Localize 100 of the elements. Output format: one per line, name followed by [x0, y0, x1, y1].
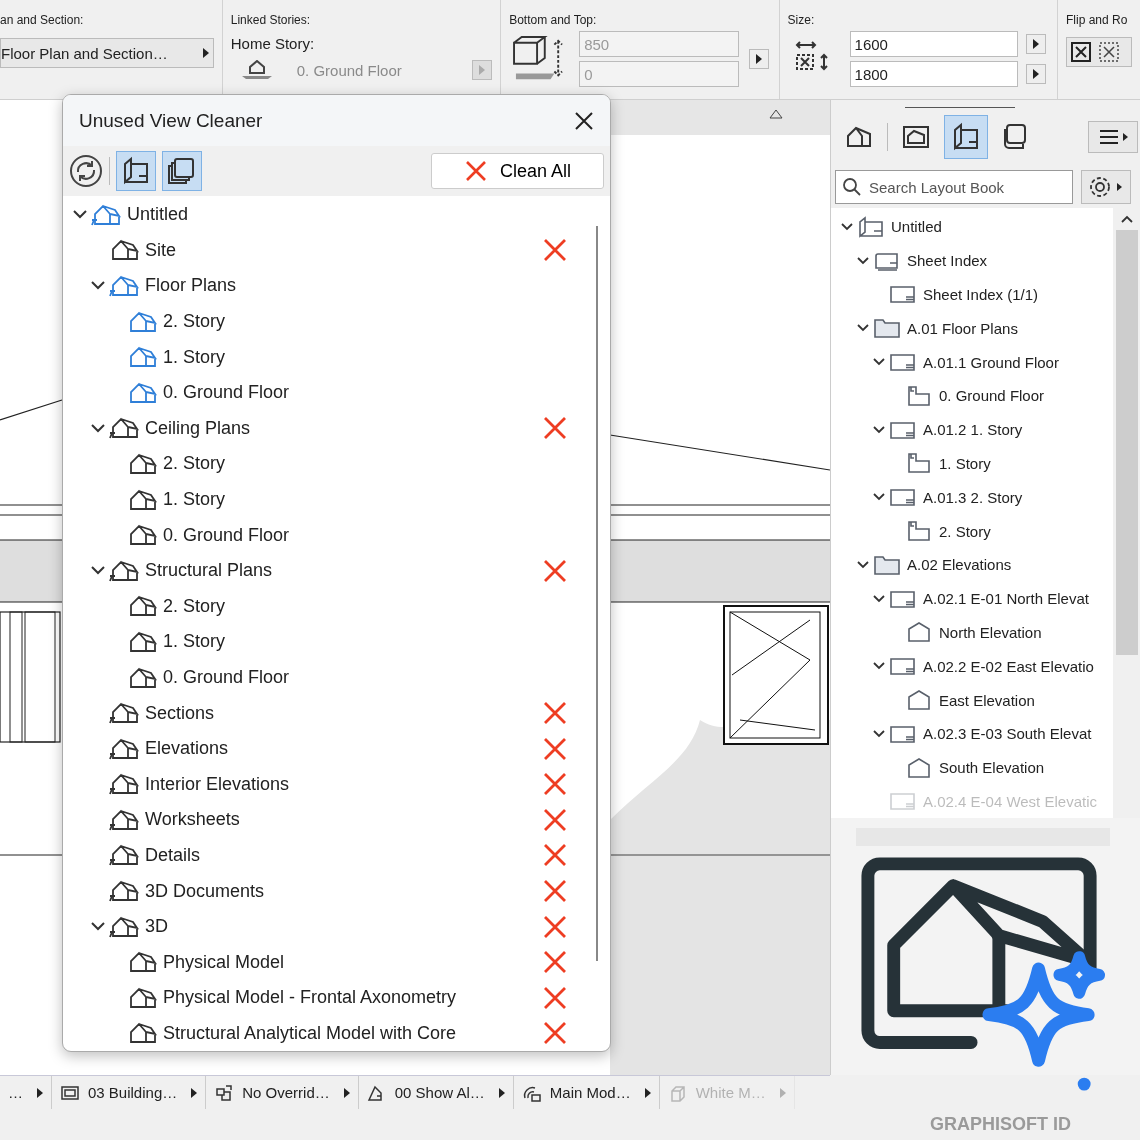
refresh-icon[interactable]: [69, 154, 103, 188]
remove-icon[interactable]: [543, 558, 567, 583]
view-name[interactable]: Physical Model - Frontal Axonometry: [163, 987, 457, 1009]
search-field[interactable]: Search Layout Book: [835, 170, 1073, 204]
tree-item-label[interactable]: A.02.3 E-03 South Elevat: [923, 725, 1092, 743]
view-name[interactable]: 2. Story: [163, 311, 226, 333]
tree-item-label[interactable]: A.01.1 Ground Floor: [923, 353, 1059, 371]
stacked-sheets-icon: [167, 156, 197, 186]
view-name[interactable]: Sections: [145, 702, 215, 724]
view-name[interactable]: 2. Story: [163, 453, 226, 475]
tree-item-label[interactable]: A.02 Elevations: [907, 556, 1012, 574]
renovation-status-button[interactable]: 00 Show Al…: [358, 1076, 514, 1109]
view-name[interactable]: Elevations: [145, 738, 229, 760]
remove-icon[interactable]: [543, 416, 567, 441]
view-name[interactable]: 2. Story: [163, 595, 226, 617]
layouts-filter-button[interactable]: [116, 151, 156, 191]
tree-item-label[interactable]: A.02.2 E-02 East Elevatio: [923, 657, 1094, 675]
tree-item-label[interactable]: North Elevation: [939, 623, 1042, 641]
view-name[interactable]: Site: [145, 239, 177, 261]
tree-item-label[interactable]: East Elevation: [939, 691, 1035, 709]
chevron-icon[interactable]: [873, 729, 885, 738]
tree-item-label[interactable]: Sheet Index: [907, 252, 988, 270]
tree-item-label[interactable]: A.01.2 1. Story: [923, 421, 1023, 439]
clean-all-button[interactable]: Clean All: [431, 153, 604, 189]
publisher-filter-button[interactable]: [162, 151, 202, 191]
view-name[interactable]: Ceiling Plans: [145, 417, 251, 439]
arrow-button[interactable]: [1025, 34, 1046, 54]
floor-plan-dropdown[interactable]: Floor Plan and Section…: [0, 38, 214, 68]
view-name[interactable]: Structural Analytical Model with Core: [163, 1022, 457, 1044]
remove-icon[interactable]: [543, 950, 567, 975]
chevron-icon[interactable]: [857, 256, 869, 265]
folder-icon: [873, 317, 901, 340]
flip-icon[interactable]: [1069, 40, 1093, 64]
chevron-icon[interactable]: [857, 324, 869, 333]
tree-item-label[interactable]: 1. Story: [939, 454, 991, 472]
remove-icon[interactable]: [543, 772, 567, 797]
chevron-icon[interactable]: [873, 594, 885, 603]
section-label: Size:: [787, 13, 816, 27]
caret-icon: [37, 1087, 43, 1098]
tree-item-label[interactable]: South Elevation: [939, 759, 1045, 777]
view-name[interactable]: Details: [145, 845, 201, 866]
view-name[interactable]: 1. Story: [163, 489, 226, 511]
view-name[interactable]: Worksheets: [145, 809, 240, 831]
remove-icon[interactable]: [543, 807, 567, 832]
view-name[interactable]: 1. Story: [163, 631, 226, 653]
view-name[interactable]: 0. Ground Floor: [163, 382, 290, 404]
chevron-icon[interactable]: [857, 560, 869, 569]
remove-icon[interactable]: [543, 985, 567, 1010]
cross-icon: [463, 159, 488, 183]
view-name[interactable]: 0. Ground Floor: [163, 667, 290, 688]
menu-button[interactable]: [1088, 121, 1138, 153]
width-field[interactable]: 1600: [849, 31, 1018, 57]
override-status-button[interactable]: No Overrid…: [206, 1076, 359, 1109]
remove-icon[interactable]: [543, 843, 567, 868]
chevron-icon[interactable]: [873, 358, 885, 367]
view-name[interactable]: Untitled: [127, 204, 189, 226]
chevron-icon[interactable]: [91, 281, 105, 291]
remove-icon[interactable]: [543, 914, 567, 939]
remove-icon[interactable]: [543, 701, 567, 726]
view-name[interactable]: 0. Ground Floor: [163, 524, 290, 546]
height-field[interactable]: 1800: [849, 61, 1018, 87]
view-name[interactable]: Floor Plans: [145, 275, 237, 297]
flip-icon[interactable]: [1097, 40, 1121, 64]
chevron-icon[interactable]: [873, 662, 885, 671]
tree-item-label[interactable]: Sheet Index (1/1): [923, 286, 1039, 303]
view-name[interactable]: 3D: [145, 916, 168, 938]
chevron-icon[interactable]: [91, 423, 105, 433]
remove-icon[interactable]: [543, 736, 567, 761]
elevation-icon: [905, 689, 933, 712]
tree-item-label[interactable]: A.01 Floor Plans: [907, 319, 1018, 337]
chevron-icon[interactable]: [91, 566, 105, 576]
remove-icon[interactable]: [543, 1021, 567, 1046]
settings-button[interactable]: [1081, 170, 1131, 204]
tree-item-label[interactable]: Untitled: [891, 218, 942, 236]
chevron-icon[interactable]: [91, 922, 105, 932]
more-status-button[interactable]: …: [0, 1076, 52, 1109]
view-name[interactable]: 1. Story: [163, 346, 226, 368]
view-name[interactable]: Physical Model: [163, 951, 285, 973]
chevron-icon[interactable]: [873, 493, 885, 502]
scrollbar-thumb[interactable]: [1115, 230, 1138, 655]
arrow-button[interactable]: [749, 49, 770, 69]
chevron-icon[interactable]: [841, 222, 853, 231]
model-view-status-button[interactable]: Main Mod…: [513, 1076, 660, 1109]
remove-icon[interactable]: [543, 879, 567, 904]
chevron-icon[interactable]: [873, 425, 885, 434]
tree-item-label[interactable]: 0. Ground Floor: [939, 387, 1045, 405]
tree-item-label[interactable]: A.02.1 E-01 North Elevat: [923, 590, 1089, 608]
arrow-button[interactable]: [1025, 64, 1046, 84]
remove-icon[interactable]: [543, 238, 567, 263]
view-name[interactable]: Interior Elevations: [145, 773, 290, 795]
layout-book-tab[interactable]: [944, 115, 988, 159]
folder-icon: [873, 553, 901, 576]
view-name[interactable]: 3D Documents: [145, 880, 265, 902]
tree-item-label[interactable]: A.01.3 2. Story: [923, 488, 1023, 506]
close-icon[interactable]: [574, 110, 594, 131]
layers-status-button[interactable]: 03 Building…: [52, 1076, 207, 1109]
view-name[interactable]: Structural Plans: [145, 560, 273, 582]
tree-item-label[interactable]: 2. Story: [939, 522, 991, 540]
chevron-icon[interactable]: [73, 210, 87, 220]
scroll-up-icon[interactable]: [1120, 215, 1133, 223]
